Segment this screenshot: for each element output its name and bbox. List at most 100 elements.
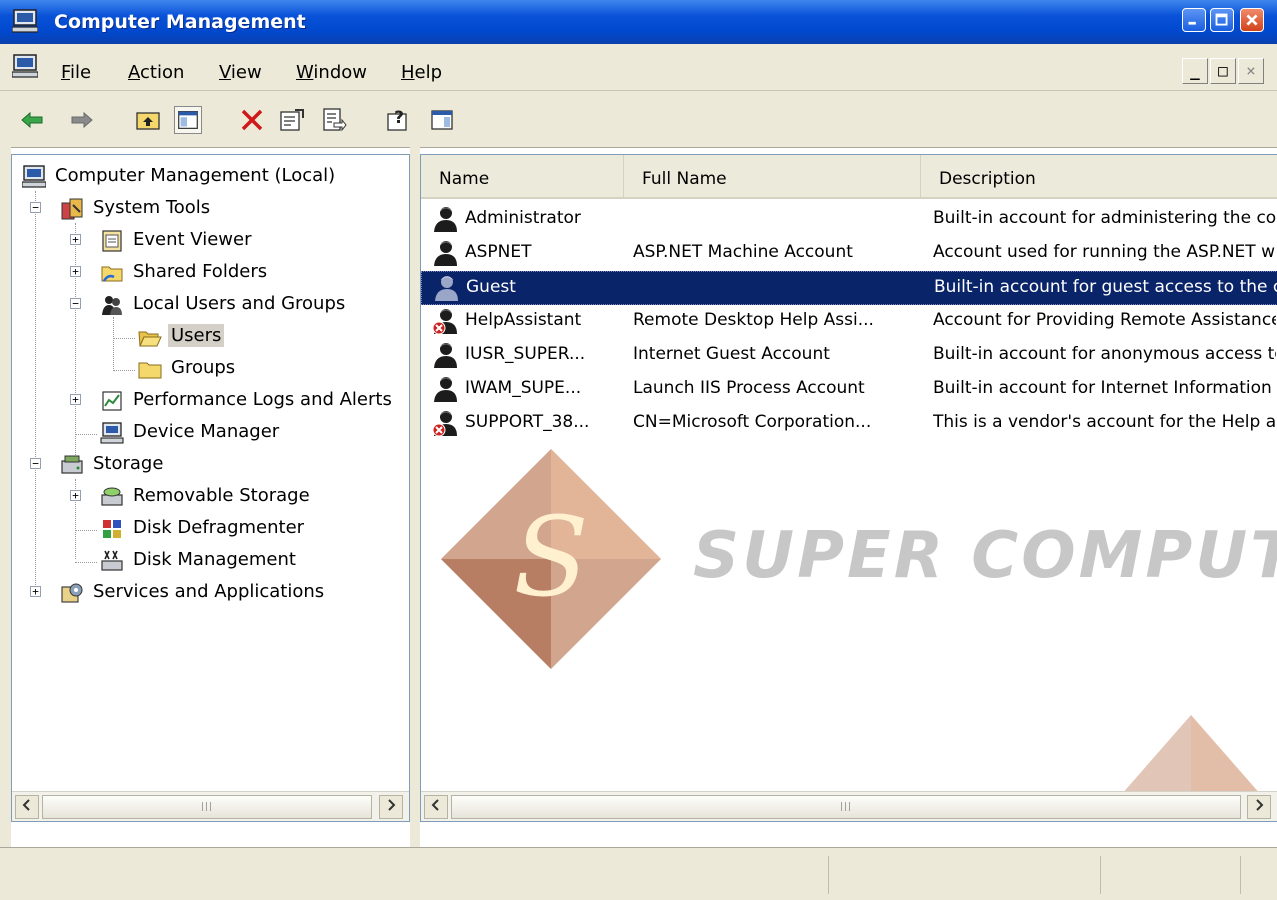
tree-item-local-users-groups[interactable]: Local Users and Groups	[100, 291, 400, 321]
child-minimize-button[interactable]: _	[1182, 58, 1208, 84]
tree-item-storage[interactable]: Storage	[60, 451, 400, 481]
maximize-button[interactable]	[1210, 8, 1234, 32]
maximize-icon	[1215, 13, 1228, 26]
tree-item-services-applications[interactable]: Services and Applications	[60, 579, 400, 609]
menu-help[interactable]: Help	[401, 62, 442, 83]
menu-window[interactable]: Window	[296, 62, 367, 83]
scroll-left-button[interactable]	[15, 795, 39, 819]
cell-name: Guest	[466, 277, 516, 297]
super-computer-logo-icon: S	[441, 449, 661, 669]
tree-item-disk-defragmenter[interactable]: Disk Defragmenter	[100, 515, 400, 545]
list-horizontal-scrollbar[interactable]: |||	[421, 791, 1277, 821]
tree-item-label: Device Manager	[133, 421, 280, 442]
tree-item-event-viewer[interactable]: Event Viewer	[100, 227, 400, 257]
disabled-user-icon	[432, 411, 457, 437]
scroll-left-button[interactable]	[424, 795, 448, 819]
performance-logs-icon	[102, 391, 122, 411]
tree-item-users[interactable]: Users	[138, 323, 338, 353]
user-row[interactable]: IUSR_SUPER... Internet Guest Account Built…	[421, 339, 1277, 373]
help-icon[interactable]: ?	[385, 106, 413, 134]
column-header-name[interactable]: Name	[421, 155, 624, 199]
collapse-toggle[interactable]: −	[70, 298, 81, 309]
tree-connector	[113, 370, 135, 371]
device-manager-icon	[100, 422, 124, 444]
tree-item-label: Local Users and Groups	[133, 293, 346, 314]
expand-toggle[interactable]: +	[70, 266, 81, 277]
toolbar: ?	[0, 91, 1277, 148]
cell-name: IUSR_SUPER...	[465, 344, 586, 364]
tree-item-label: Disk Defragmenter	[133, 517, 305, 538]
console-window-icon[interactable]	[12, 54, 38, 78]
cell-description: Account used for running the ASP.NET wor…	[933, 242, 1276, 262]
chevron-left-icon	[22, 799, 30, 811]
user-row[interactable]: Guest Built-in account for guest access t…	[421, 271, 1277, 305]
tree-item-disk-management[interactable]: Disk Management	[100, 547, 400, 577]
watermark-text: SUPER COMPUTER	[693, 519, 1277, 593]
computer-icon	[22, 165, 46, 188]
column-header-full-name[interactable]: Full Name	[624, 155, 921, 199]
user-row[interactable]: ASPNET ASP.NET Machine Account Account use…	[421, 237, 1277, 271]
show-hide-console-tree-icon[interactable]	[174, 106, 202, 134]
user-icon	[434, 377, 457, 402]
expand-toggle[interactable]: +	[70, 234, 81, 245]
expand-toggle[interactable]: +	[30, 586, 41, 597]
user-icon	[434, 241, 457, 266]
tree-horizontal-scrollbar[interactable]: |||	[12, 791, 409, 821]
collapse-toggle[interactable]: −	[30, 202, 41, 213]
show-hide-action-pane-icon[interactable]	[428, 106, 456, 134]
tree-item-shared-folders[interactable]: Shared Folders	[100, 259, 400, 289]
child-restore-button[interactable]: □	[1210, 58, 1236, 84]
scroll-right-button[interactable]	[379, 795, 403, 819]
tree-item-groups[interactable]: Groups	[138, 355, 338, 385]
scroll-right-button[interactable]	[1247, 795, 1271, 819]
user-row[interactable]: HelpAssistant Remote Desktop Help Assi...…	[421, 305, 1277, 339]
user-icon	[434, 343, 457, 368]
menu-view[interactable]: View	[219, 62, 262, 83]
close-button[interactable]	[1240, 8, 1264, 32]
delete-icon[interactable]	[238, 106, 266, 134]
user-icon	[434, 207, 457, 232]
tree-item-label: System Tools	[93, 197, 211, 218]
menu-file[interactable]: File	[61, 62, 91, 83]
cell-full-name: Launch IIS Process Account	[633, 378, 865, 398]
tree-item-label: Computer Management (Local)	[55, 165, 336, 186]
cell-full-name: Remote Desktop Help Assi...	[633, 310, 874, 330]
tree-item-label: Storage	[93, 453, 164, 474]
frame-border-left	[0, 147, 11, 847]
cell-full-name: Internet Guest Account	[633, 344, 830, 364]
tree-item-system-tools[interactable]: System Tools	[60, 195, 400, 225]
tree-item-label: Users	[168, 324, 225, 347]
tree-item-removable-storage[interactable]: Removable Storage	[100, 483, 400, 513]
tree-item-device-manager[interactable]: Device Manager	[100, 419, 400, 449]
back-icon[interactable]	[18, 106, 46, 134]
up-one-level-icon[interactable]	[134, 106, 162, 134]
chevron-right-icon	[388, 799, 396, 811]
tree-item-performance-logs[interactable]: Performance Logs and Alerts	[100, 387, 409, 417]
expand-toggle[interactable]: +	[70, 394, 81, 405]
user-row[interactable]: SUPPORT_38... CN=Microsoft Corporation...…	[421, 407, 1277, 441]
collapse-toggle[interactable]: −	[30, 458, 41, 469]
properties-icon[interactable]	[278, 106, 306, 134]
minimize-button[interactable]	[1182, 8, 1206, 32]
status-panel	[1240, 856, 1241, 894]
event-viewer-icon	[102, 230, 122, 252]
computer-management-icon	[12, 9, 38, 33]
user-row[interactable]: IWAM_SUPE... Launch IIS Process Account Bu…	[421, 373, 1277, 407]
tree-item-label: Services and Applications	[93, 581, 325, 602]
child-close-button[interactable]: ×	[1238, 58, 1264, 84]
tree-item-computer-management[interactable]: Computer Management (Local)	[22, 163, 402, 193]
scroll-thumb[interactable]: |||	[42, 795, 372, 819]
scroll-thumb[interactable]: |||	[451, 795, 1241, 819]
column-header-description[interactable]: Description	[921, 155, 1277, 199]
expand-toggle[interactable]: +	[70, 490, 81, 501]
cell-name: ASPNET	[465, 242, 532, 262]
menu-action[interactable]: Action	[128, 62, 184, 83]
export-list-icon[interactable]	[320, 106, 348, 134]
user-row[interactable]: Administrator Built-in account for admini…	[421, 203, 1277, 237]
tree-item-label: Event Viewer	[133, 229, 252, 250]
pane-splitter[interactable]	[410, 147, 420, 847]
tree-item-label: Disk Management	[133, 549, 296, 570]
forward-icon[interactable]	[68, 106, 96, 134]
cell-name: Administrator	[465, 208, 581, 228]
chevron-left-icon	[431, 799, 439, 811]
